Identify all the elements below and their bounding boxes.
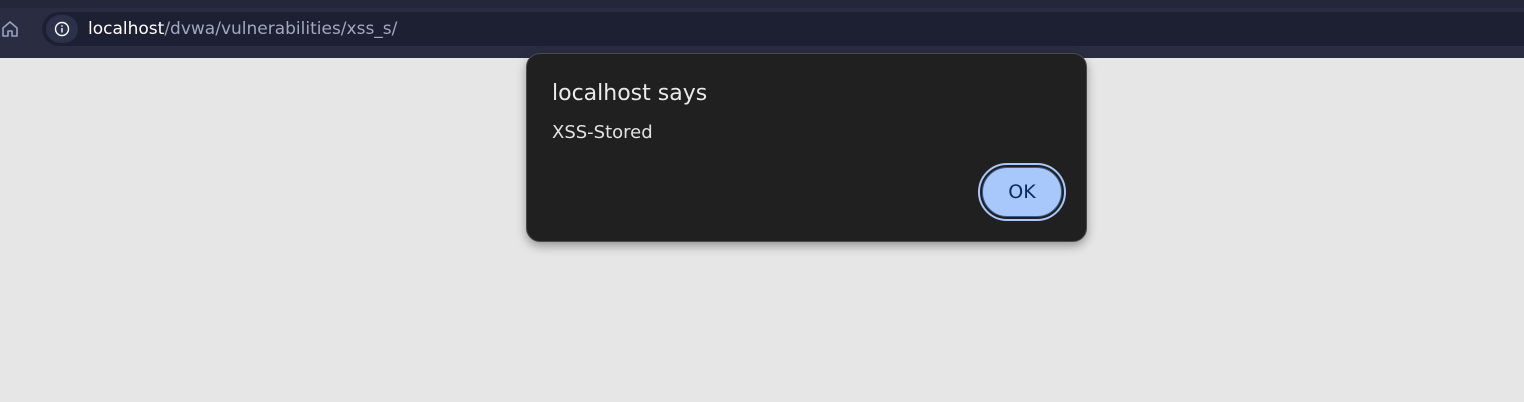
- url-path: /dvwa/vulnerabilities/xss_s/: [164, 19, 398, 39]
- dialog-message: XSS-Stored: [552, 122, 653, 143]
- browser-toolbar: localhost/dvwa/vulnerabilities/xss_s/: [0, 0, 1524, 58]
- info-icon: [54, 21, 70, 37]
- ok-button[interactable]: OK: [978, 163, 1066, 221]
- url-host: localhost: [88, 19, 165, 39]
- ok-button-label: OK: [982, 167, 1062, 217]
- dialog-title: localhost says: [552, 81, 708, 106]
- url-bar[interactable]: localhost/dvwa/vulnerabilities/xss_s/: [42, 12, 1524, 46]
- alert-dialog: localhost says XSS-Stored OK: [526, 53, 1087, 242]
- home-icon: [2, 21, 18, 37]
- url-text: localhost/dvwa/vulnerabilities/xss_s/: [88, 19, 397, 39]
- home-button[interactable]: [0, 18, 20, 40]
- site-info-button[interactable]: [46, 15, 78, 43]
